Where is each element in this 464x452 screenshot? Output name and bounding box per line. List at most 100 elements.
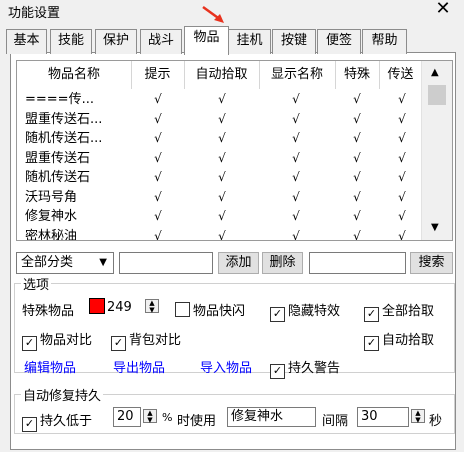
row-check-mark[interactable]: √: [341, 131, 373, 145]
interval-input[interactable]: 30: [357, 407, 409, 427]
row-check-mark[interactable]: √: [142, 92, 174, 106]
search-button[interactable]: 搜索: [410, 252, 453, 274]
close-icon[interactable]: ✕: [433, 0, 453, 19]
search-input[interactable]: [309, 252, 406, 274]
table-row[interactable]: 修复神水 √ √ √ √ √: [17, 208, 422, 227]
table-row[interactable]: 沃玛号角 √ √ √ √ √: [17, 189, 422, 208]
category-select[interactable]: 全部分类 ▼: [16, 252, 114, 274]
row-check-mark[interactable]: √: [206, 190, 238, 204]
hide-effect-checkbox[interactable]: ✓ 隐藏特效: [270, 300, 340, 322]
item-compare-checkbox[interactable]: ✓ 物品对比: [22, 329, 92, 351]
row-check-mark[interactable]: √: [280, 209, 312, 223]
scroll-thumb[interactable]: [428, 85, 446, 105]
row-check-mark[interactable]: √: [280, 190, 312, 204]
row-check-mark[interactable]: √: [341, 229, 373, 241]
check-icon[interactable]: ✓: [270, 364, 285, 379]
row-check-mark[interactable]: √: [280, 131, 312, 145]
table-row[interactable]: 密林秘油 √ √ √ √ √: [17, 228, 422, 241]
add-button[interactable]: 添加: [218, 252, 259, 274]
table-row[interactable]: 盟重传送石... √ √ √ √ √: [17, 111, 422, 130]
check-icon[interactable]: ✓: [22, 417, 37, 432]
tab-help[interactable]: 帮助: [362, 29, 407, 54]
row-check-mark[interactable]: √: [386, 112, 418, 126]
row-check-mark[interactable]: √: [341, 112, 373, 126]
durability-warn-checkbox[interactable]: ✓ 持久警告: [270, 357, 340, 379]
row-check-mark[interactable]: √: [280, 92, 312, 106]
item-list[interactable]: 物品名称 提示 自动拾取 显示名称 特殊 传送 ====传... √ √ √ √ √ 盟重传…: [16, 60, 453, 241]
tab-notes[interactable]: 便签: [317, 29, 361, 54]
check-icon[interactable]: ✓: [364, 307, 379, 322]
row-check-mark[interactable]: √: [142, 151, 174, 165]
row-check-mark[interactable]: √: [341, 190, 373, 204]
row-check-mark[interactable]: √: [206, 229, 238, 241]
row-check-mark[interactable]: √: [206, 112, 238, 126]
tab-keys[interactable]: 按键: [272, 29, 316, 54]
special-color-swatch[interactable]: [89, 298, 105, 314]
interval-stepper[interactable]: ▲ ▼: [411, 409, 425, 424]
import-items-link[interactable]: 导入物品: [200, 357, 252, 376]
row-check-mark[interactable]: √: [206, 131, 238, 145]
row-check-mark[interactable]: √: [386, 229, 418, 241]
row-check-mark[interactable]: √: [142, 170, 174, 184]
tab-basic[interactable]: 基本: [6, 29, 47, 54]
export-items-link[interactable]: 导出物品: [113, 357, 165, 376]
col-header-notify[interactable]: 提示: [131, 61, 185, 89]
check-icon[interactable]: ✓: [111, 336, 126, 351]
percent-stepper[interactable]: ▲ ▼: [143, 409, 157, 424]
row-check-mark[interactable]: √: [386, 190, 418, 204]
row-check-mark[interactable]: √: [386, 131, 418, 145]
row-check-mark[interactable]: √: [142, 209, 174, 223]
list-scrollbar[interactable]: ▲ ▼: [421, 61, 452, 240]
row-check-mark[interactable]: √: [341, 151, 373, 165]
check-icon[interactable]: ✓: [22, 336, 37, 351]
tab-protect[interactable]: 保护: [95, 29, 137, 54]
col-header-teleport[interactable]: 传送: [379, 61, 423, 89]
row-check-mark[interactable]: √: [341, 92, 373, 106]
special-value[interactable]: 249: [107, 300, 132, 315]
scroll-up-icon[interactable]: ▲: [431, 67, 439, 78]
row-check-mark[interactable]: √: [386, 209, 418, 223]
delete-button[interactable]: 删除: [262, 252, 303, 274]
tab-afk[interactable]: 挂机: [228, 29, 271, 54]
row-check-mark[interactable]: √: [206, 151, 238, 165]
row-check-mark[interactable]: √: [206, 209, 238, 223]
table-row[interactable]: 随机传送石... √ √ √ √ √: [17, 130, 422, 149]
edit-items-link[interactable]: 编辑物品: [24, 357, 76, 376]
row-check-mark[interactable]: √: [280, 229, 312, 241]
row-check-mark[interactable]: √: [341, 170, 373, 184]
row-check-mark[interactable]: √: [142, 112, 174, 126]
col-header-name[interactable]: 物品名称: [17, 61, 132, 89]
tab-skill[interactable]: 技能: [50, 29, 92, 54]
table-row[interactable]: 随机传送石 √ √ √ √ √: [17, 169, 422, 188]
check-icon[interactable]: ✓: [364, 336, 379, 351]
auto-pick-checkbox[interactable]: ✓ 自动拾取: [364, 329, 434, 351]
special-value-stepper[interactable]: ▲ ▼: [145, 299, 159, 314]
table-row[interactable]: ====传... √ √ √ √ √: [17, 91, 422, 110]
row-check-mark[interactable]: √: [142, 190, 174, 204]
check-icon[interactable]: ✓: [270, 307, 285, 322]
row-check-mark[interactable]: √: [341, 209, 373, 223]
row-check-mark[interactable]: √: [280, 151, 312, 165]
row-check-mark[interactable]: √: [280, 170, 312, 184]
row-check-mark[interactable]: √: [386, 151, 418, 165]
col-header-autopick[interactable]: 自动拾取: [184, 61, 260, 89]
durability-below-checkbox[interactable]: ✓ 持久低于: [22, 410, 92, 432]
col-header-special[interactable]: 特殊: [335, 61, 380, 89]
row-check-mark[interactable]: √: [386, 92, 418, 106]
row-check-mark[interactable]: √: [142, 131, 174, 145]
row-check-mark[interactable]: √: [386, 170, 418, 184]
bag-compare-checkbox[interactable]: ✓ 背包对比: [111, 329, 181, 351]
row-check-mark[interactable]: √: [206, 170, 238, 184]
row-check-mark[interactable]: √: [142, 229, 174, 241]
repair-item-input[interactable]: 修复神水: [227, 407, 316, 427]
checkbox-box[interactable]: [175, 302, 190, 317]
item-flash-checkbox[interactable]: 物品快闪: [175, 300, 245, 319]
row-check-mark[interactable]: √: [206, 92, 238, 106]
col-header-showname[interactable]: 显示名称: [259, 61, 336, 89]
table-row[interactable]: 盟重传送石 √ √ √ √ √: [17, 150, 422, 169]
item-name-input[interactable]: [119, 252, 213, 274]
pick-all-checkbox[interactable]: ✓ 全部拾取: [364, 300, 434, 322]
scroll-down-icon[interactable]: ▼: [431, 222, 439, 233]
percent-input[interactable]: 20: [113, 407, 141, 427]
tab-items[interactable]: 物品: [184, 26, 229, 55]
